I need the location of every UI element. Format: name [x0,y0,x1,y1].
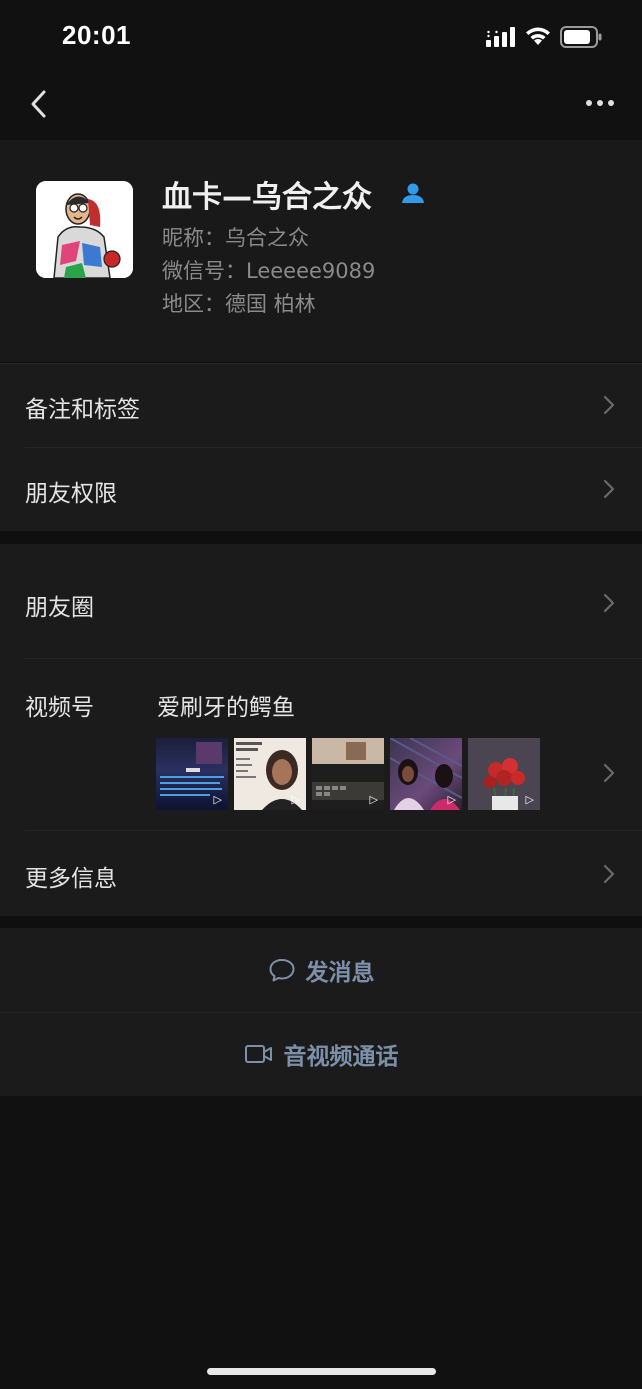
more-options-button[interactable] [578,88,622,118]
friend-permissions-row[interactable]: 朋友权限 [0,447,642,531]
chevron-right-icon [603,479,615,499]
channel-thumbnail[interactable]: ▷ [156,738,228,810]
play-icon: ▷ [213,793,222,806]
channels-label: 视频号 [25,695,94,721]
remarks-tags-row[interactable]: 备注和标签 [0,363,642,447]
chevron-right-icon [603,763,615,783]
chevron-right-icon [603,395,615,415]
channel-thumbnail[interactable]: ▷ [234,738,306,810]
play-icon: ▷ [369,793,378,806]
section-gap [0,531,642,544]
wifi-icon [524,25,552,51]
remarks-tags-label: 备注和标签 [25,397,140,423]
channel-thumbnail[interactable]: ▷ [390,738,462,810]
play-icon: ▷ [291,793,300,806]
channels-name: 爱刷牙的鳄鱼 [157,695,295,721]
display-name: 血卡—乌合之众 [162,180,372,215]
battery-icon [560,26,602,52]
region-text: 地区：德国 柏林 [162,292,316,316]
wechat-id-text: 微信号：Leeeee9089 [162,259,376,283]
friend-permissions-label: 朋友权限 [25,481,117,507]
divider [0,1012,642,1013]
status-time: 20:01 [62,20,131,50]
nickname-text: 昵称：乌合之众 [162,226,309,250]
moments-row[interactable]: 朋友圈 [0,544,642,658]
avatar[interactable] [36,181,133,278]
home-indicator[interactable] [207,1368,436,1375]
chat-bubble-icon [269,959,294,982]
channels-row[interactable]: 视频号 爱刷牙的鳄鱼 ▷ ▷ ▷ ▷ ▷ [0,658,642,830]
channels-thumbnails: ▷ ▷ ▷ ▷ ▷ [156,738,540,810]
chevron-right-icon [603,593,615,613]
contact-icon [400,182,426,208]
channel-thumbnail[interactable]: ▷ [468,738,540,810]
av-call-label: 音视频通话 [283,1044,399,1070]
more-info-row[interactable]: 更多信息 [0,830,642,916]
chevron-right-icon [603,864,615,884]
back-icon [31,90,46,118]
video-camera-icon [244,1045,272,1063]
section-gap [0,916,642,928]
more-icon [586,100,614,106]
moments-label: 朋友圈 [25,595,94,621]
divider [0,363,642,364]
play-icon: ▷ [447,793,456,806]
send-message-label: 发消息 [305,960,375,986]
channel-thumbnail[interactable]: ▷ [312,738,384,810]
send-message-button[interactable]: 发消息 [0,928,642,1012]
divider [25,447,642,448]
cellular-signal-icon [486,27,516,51]
av-call-button[interactable]: 音视频通话 [0,1012,642,1096]
play-icon: ▷ [525,793,534,806]
divider [25,658,642,659]
divider [25,830,642,831]
more-info-label: 更多信息 [25,866,117,892]
back-button[interactable] [18,84,58,124]
